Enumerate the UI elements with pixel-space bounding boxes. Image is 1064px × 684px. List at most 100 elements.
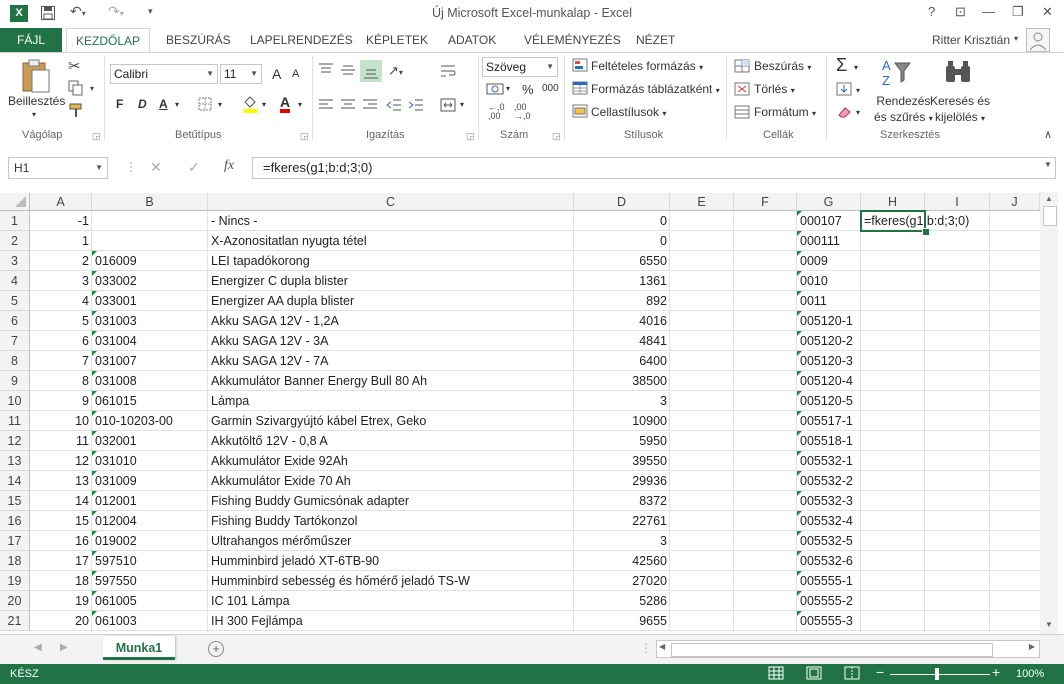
cell-g14[interactable]: 005532-2 — [797, 471, 861, 491]
bold-button[interactable]: F — [116, 97, 123, 111]
row-header[interactable]: 16 — [0, 511, 30, 531]
cell-g20[interactable]: 005555-2 — [797, 591, 861, 611]
cell-d6[interactable]: 4016 — [574, 311, 670, 331]
vertical-scroll-thumb[interactable] — [1043, 206, 1057, 226]
cell-g21[interactable]: 005555-3 — [797, 611, 861, 631]
number-format-combo[interactable]: Szöveg ▼ — [482, 57, 558, 77]
cell-d21[interactable]: 9655 — [574, 611, 670, 631]
zoom-out-button[interactable]: − — [876, 664, 884, 680]
cell-a15[interactable]: 14 — [30, 491, 92, 511]
cell-b10[interactable]: 061015 — [92, 391, 208, 411]
new-sheet-button[interactable]: + — [208, 641, 224, 657]
fill-icon[interactable] — [836, 82, 852, 99]
select-all-button[interactable] — [0, 193, 30, 211]
delete-cells-button[interactable]: Törlés ▾ — [754, 82, 795, 96]
cell-b15[interactable]: 012001 — [92, 491, 208, 511]
increase-indent-icon[interactable] — [408, 98, 424, 115]
close-button[interactable]: ✕ — [1042, 4, 1053, 20]
cell-d15[interactable]: 8372 — [574, 491, 670, 511]
format-as-table-button[interactable]: Formázás táblázatként ▾ — [591, 82, 720, 96]
italic-button[interactable]: D — [138, 97, 147, 111]
row-header[interactable]: 5 — [0, 291, 30, 311]
cell-d10[interactable]: 3 — [574, 391, 670, 411]
tab-formulas[interactable]: KÉPLETEK — [366, 33, 428, 47]
cell-d16[interactable]: 22761 — [574, 511, 670, 531]
tab-home[interactable]: KEZDŐLAP — [66, 28, 150, 53]
page-break-view-icon[interactable] — [844, 666, 860, 683]
horizontal-scroll-thumb[interactable] — [671, 643, 993, 657]
formula-bar-grip-icon[interactable]: ⋮ — [125, 160, 137, 174]
row-header[interactable]: 10 — [0, 391, 30, 411]
fill-dropdown-icon[interactable]: ▾ — [856, 86, 860, 95]
enter-formula-button[interactable]: ✓ — [188, 159, 200, 176]
cell-c12[interactable]: Akkutöltő 12V - 0,8 A — [208, 431, 574, 451]
tab-data[interactable]: ADATOK — [448, 33, 496, 47]
minimize-button[interactable]: — — [982, 4, 995, 19]
row-header[interactable]: 3 — [0, 251, 30, 271]
align-right-icon[interactable] — [362, 98, 378, 115]
cell-c18[interactable]: Humminbird jeladó XT-6TB-90 — [208, 551, 574, 571]
cell-c10[interactable]: Lámpa — [208, 391, 574, 411]
conditional-formatting-icon[interactable] — [572, 58, 588, 75]
cell-c20[interactable]: IC 101 Lámpa — [208, 591, 574, 611]
row-header[interactable]: 8 — [0, 351, 30, 371]
cell-d11[interactable]: 10900 — [574, 411, 670, 431]
user-name[interactable]: Ritter Krisztián — [932, 33, 1010, 47]
vertical-scrollbar[interactable]: ▲ ▼ — [1040, 192, 1058, 634]
zoom-slider-thumb[interactable] — [935, 668, 939, 680]
cell-b20[interactable]: 061005 — [92, 591, 208, 611]
cell-g18[interactable]: 005532-6 — [797, 551, 861, 571]
cell-d19[interactable]: 27020 — [574, 571, 670, 591]
tab-page-layout[interactable]: LAPELRENDEZÉS — [250, 33, 353, 47]
cell-g5[interactable]: 0011 — [797, 291, 861, 311]
cell-styles-button[interactable]: Cellastílusok ▾ — [591, 105, 666, 119]
name-box[interactable]: H1 ▼ — [8, 157, 108, 179]
autosum-button[interactable]: Σ — [836, 55, 847, 76]
user-dropdown-icon[interactable]: ▾ — [1014, 34, 1018, 43]
row-header[interactable]: 20 — [0, 591, 30, 611]
borders-dropdown-icon[interactable]: ▾ — [218, 100, 222, 109]
format-painter-icon[interactable] — [68, 102, 84, 121]
cell-c4[interactable]: Energizer C dupla blister — [208, 271, 574, 291]
cell-g16[interactable]: 005532-4 — [797, 511, 861, 531]
cell-d7[interactable]: 4841 — [574, 331, 670, 351]
expand-formula-bar-icon[interactable]: ▼ — [1044, 160, 1052, 169]
cell-b16[interactable]: 012004 — [92, 511, 208, 531]
cell-g9[interactable]: 005120-4 — [797, 371, 861, 391]
cell-b6[interactable]: 031003 — [92, 311, 208, 331]
cell-b3[interactable]: 016009 — [92, 251, 208, 271]
cell-a17[interactable]: 16 — [30, 531, 92, 551]
tab-file[interactable]: FÁJL — [0, 28, 62, 52]
column-header-c[interactable]: C — [208, 193, 574, 211]
cell-d12[interactable]: 5950 — [574, 431, 670, 451]
cell-a4[interactable]: 3 — [30, 271, 92, 291]
cell-c15[interactable]: Fishing Buddy Gumicsónak adapter — [208, 491, 574, 511]
customize-qat-icon[interactable]: ▾ — [148, 6, 153, 17]
cell-a11[interactable]: 10 — [30, 411, 92, 431]
decrease-decimal-icon[interactable]: ,00 →,0 — [514, 103, 531, 121]
cell-g17[interactable]: 005532-5 — [797, 531, 861, 551]
cell-d5[interactable]: 892 — [574, 291, 670, 311]
cell-a3[interactable]: 2 — [30, 251, 92, 271]
cell-a7[interactable]: 6 — [30, 331, 92, 351]
sort-filter-button[interactable]: Rendezés és szűrés ▾ — [874, 93, 933, 127]
fill-handle[interactable] — [922, 228, 930, 236]
cell-g4[interactable]: 0010 — [797, 271, 861, 291]
cell-b19[interactable]: 597550 — [92, 571, 208, 591]
cell-g15[interactable]: 005532-3 — [797, 491, 861, 511]
merge-dropdown-icon[interactable]: ▾ — [460, 100, 464, 109]
column-header-e[interactable]: E — [670, 193, 734, 211]
font-launcher-icon[interactable]: ◲ — [300, 131, 309, 142]
row-header[interactable]: 4 — [0, 271, 30, 291]
cell-b4[interactable]: 033002 — [92, 271, 208, 291]
cell-b2[interactable] — [92, 231, 208, 251]
paste-button[interactable]: Beillesztés — [8, 94, 65, 108]
cell-a12[interactable]: 11 — [30, 431, 92, 451]
sort-filter-icon[interactable]: AZ — [880, 58, 912, 91]
clear-dropdown-icon[interactable]: ▾ — [856, 108, 860, 117]
paste-dropdown-icon[interactable]: ▾ — [32, 110, 36, 119]
find-select-icon[interactable] — [944, 60, 972, 87]
cell-c6[interactable]: Akku SAGA 12V - 1,2A — [208, 311, 574, 331]
cell-d9[interactable]: 38500 — [574, 371, 670, 391]
horizontal-scrollbar[interactable]: ◀ ▶ — [656, 640, 1040, 658]
